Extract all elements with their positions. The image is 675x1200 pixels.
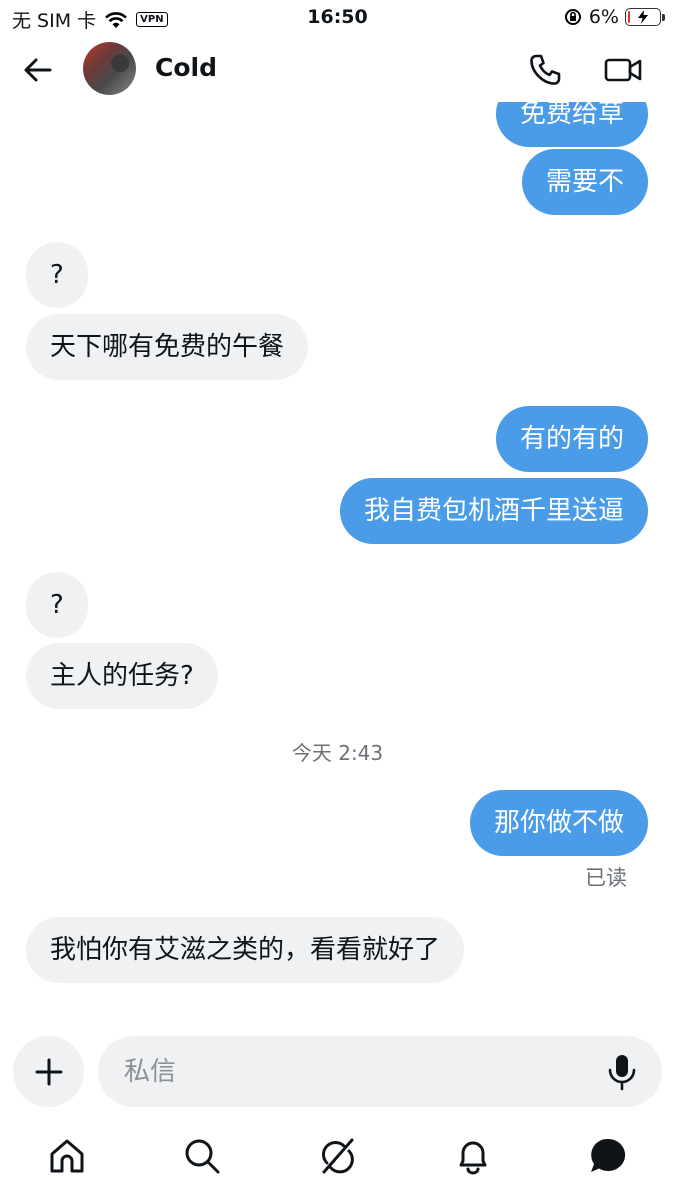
phone-icon — [530, 54, 561, 85]
back-button[interactable] — [20, 52, 56, 88]
message-input-wrapper — [98, 1036, 662, 1107]
time-separator: 今天 2:43 — [291, 741, 384, 765]
grok-icon — [322, 1138, 354, 1174]
message-bubble-outgoing[interactable]: 我自费包机酒千里送逼 — [339, 478, 648, 544]
message-bubble-incoming[interactable]: 天下哪有免费的午餐 — [26, 314, 309, 380]
message-bubble-incoming[interactable]: ? — [26, 572, 88, 638]
read-receipt: 已读 — [585, 866, 627, 890]
battery-icon — [625, 8, 665, 26]
message-input[interactable] — [124, 1036, 594, 1107]
message-bubble-incoming[interactable]: 主人的任务? — [26, 643, 218, 709]
message-bubble-incoming[interactable]: ? — [26, 242, 88, 308]
nav-grok[interactable] — [318, 1136, 358, 1176]
contact-avatar[interactable] — [83, 42, 136, 95]
message-bubble-incoming[interactable]: 我怕你有艾滋之类的，看看就好了 — [26, 917, 465, 983]
call-button[interactable] — [527, 52, 563, 88]
conversation-header: Cold — [0, 36, 675, 102]
search-icon — [185, 1139, 220, 1174]
home-icon — [50, 1139, 84, 1173]
message-bubble-outgoing[interactable]: 有的有的 — [495, 406, 648, 472]
contact-name[interactable]: Cold — [155, 53, 217, 82]
voice-message-button[interactable] — [604, 1053, 640, 1091]
message-bubble-outgoing[interactable]: 那你做不做 — [469, 790, 648, 856]
plus-icon — [35, 1058, 62, 1085]
add-media-button[interactable] — [13, 1036, 84, 1107]
nav-search[interactable] — [182, 1136, 222, 1176]
microphone-icon — [608, 1055, 636, 1091]
nav-messages[interactable] — [588, 1136, 628, 1176]
nav-home[interactable] — [47, 1136, 87, 1176]
bottom-navigation — [0, 1130, 675, 1190]
battery-percent: 6% — [588, 6, 619, 28]
nav-notifications[interactable] — [453, 1136, 493, 1176]
orientation-lock-icon — [563, 7, 583, 27]
message-bubble-outgoing[interactable]: 需要不 — [521, 149, 648, 215]
message-composer — [0, 1035, 675, 1107]
back-arrow-icon — [24, 58, 52, 82]
notifications-icon — [459, 1141, 487, 1175]
message-bubble-outgoing[interactable]: 免费给草 — [495, 102, 648, 147]
video-call-button[interactable] — [603, 52, 643, 88]
status-bar: 无 SIM 卡 VPN 16:50 6% — [0, 0, 675, 36]
message-list[interactable]: 免费给草 需要不 ? 天下哪有免费的午餐 有的有的 我自费包机酒千里送逼 ? 主… — [0, 102, 675, 1027]
messages-icon — [591, 1138, 626, 1172]
video-icon — [604, 58, 642, 82]
